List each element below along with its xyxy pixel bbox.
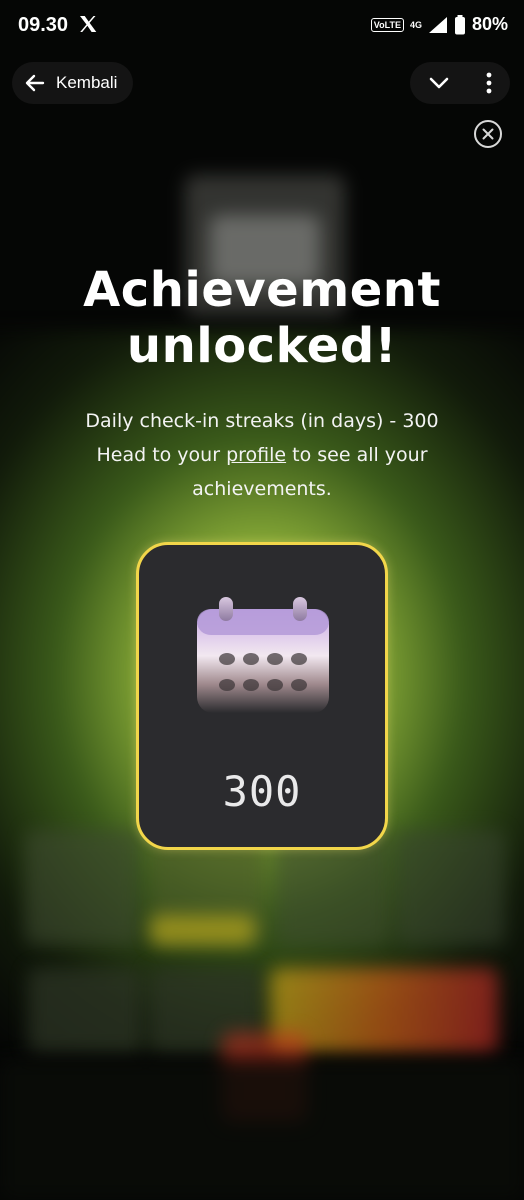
bg-blur-shape — [395, 830, 505, 945]
bg-blur-shape — [0, 1060, 524, 1200]
close-icon — [482, 128, 494, 140]
bg-blur-shape — [25, 830, 140, 945]
battery-percent: 80% — [471, 14, 508, 34]
back-button[interactable]: Kembali — [12, 62, 134, 104]
back-label: Kembali — [56, 73, 118, 92]
chevron-down-icon[interactable] — [428, 72, 450, 94]
title-line-2: unlocked! — [126, 318, 398, 374]
battery-icon — [454, 14, 465, 34]
profile-link[interactable]: profile — [226, 444, 286, 466]
achievement-title: Achievement unlocked! — [0, 262, 524, 374]
close-button[interactable] — [474, 120, 502, 148]
bg-blur-shape — [28, 968, 143, 1053]
badge-value: 300 — [222, 767, 302, 816]
streak-text: Daily check-in streaks (in days) - 300 — [85, 410, 439, 432]
profile-hint: Head to your profile to see all your — [30, 438, 494, 472]
hint-text: to see all your — [286, 444, 428, 466]
achievement-description: Daily check-in streaks (in days) - 300 H… — [30, 404, 494, 506]
arrow-left-icon — [25, 74, 45, 92]
volte-badge: VoLTE — [370, 17, 404, 32]
status-indicators: VoLTE 4G 80% — [370, 14, 508, 35]
status-time: 09.30 — [18, 14, 69, 36]
x-logo-icon — [80, 16, 97, 32]
signal-icon — [428, 16, 447, 33]
hint-text-end: achievements. — [192, 478, 332, 500]
status-bar: 09.30 VoLTE 4G 80% — [0, 0, 524, 52]
title-line-1: Achievement — [83, 262, 441, 318]
hint-text: Head to your — [96, 444, 227, 466]
network-type: 4G — [409, 19, 422, 30]
top-actions — [410, 62, 510, 104]
bg-blur-shape — [150, 915, 255, 945]
more-vertical-icon[interactable] — [486, 72, 492, 94]
achievement-badge: 300 — [136, 542, 388, 850]
calendar-icon — [197, 597, 329, 713]
